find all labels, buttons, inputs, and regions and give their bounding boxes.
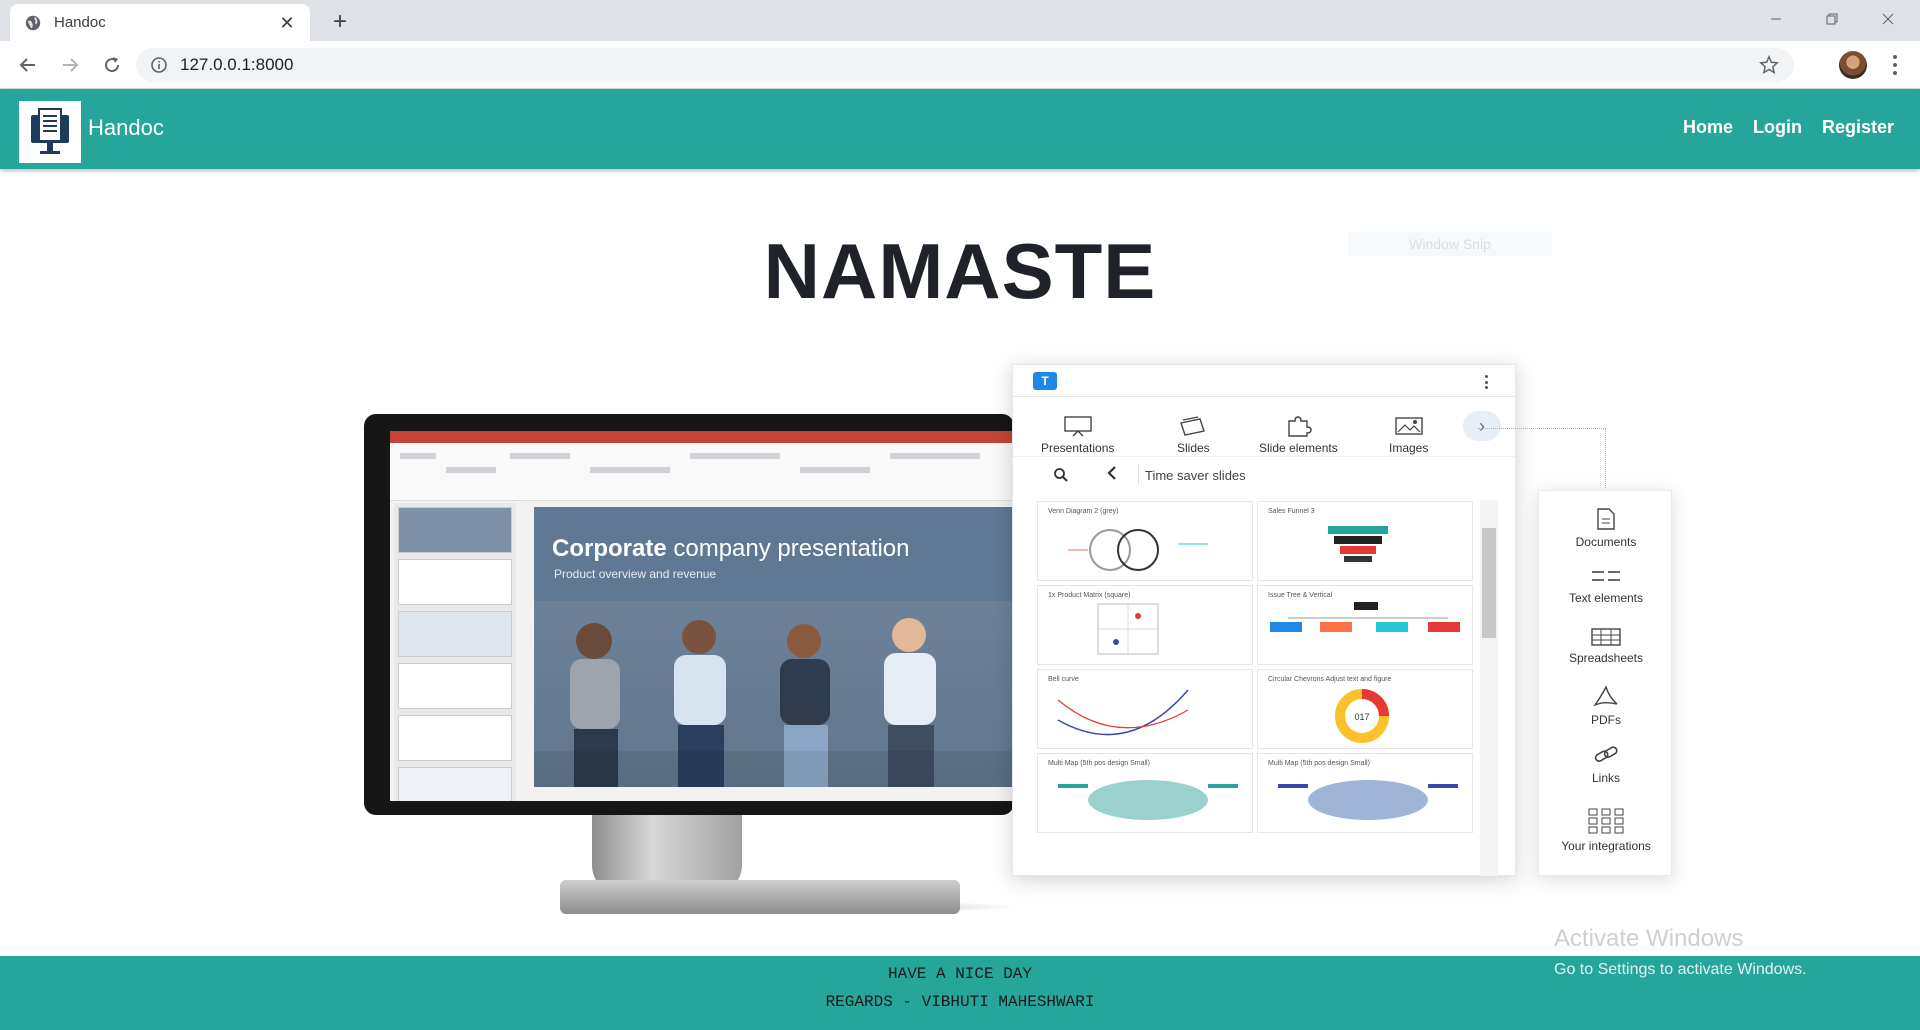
restore-icon[interactable] (1804, 0, 1860, 38)
ppt-thumbnail-pane (394, 503, 516, 801)
template-card[interactable]: Sales Funnel 3 (1257, 501, 1473, 581)
site-navbar: Handoc Home Login Register (0, 89, 1920, 169)
browser-tab[interactable]: Handoc ✕ (10, 4, 310, 41)
connector-line (1478, 428, 1606, 488)
people-photo-illustration (534, 618, 1014, 787)
template-card[interactable]: Multi Map (5th pos design Small) (1257, 753, 1473, 833)
bookmark-star-icon[interactable] (1758, 54, 1780, 76)
address-bar[interactable]: 127.0.0.1:8000 (136, 48, 1794, 82)
panel-scrollbar[interactable] (1480, 500, 1498, 876)
puzzle-icon (1288, 416, 1313, 437)
document-monitor-icon (31, 108, 69, 154)
reload-icon[interactable] (94, 47, 130, 83)
slides-stack-icon (1180, 416, 1206, 436)
monitor-screen: Corporate company presentation Product o… (390, 431, 1014, 801)
svg-text:017: 017 (1354, 712, 1369, 722)
info-icon[interactable] (150, 56, 168, 74)
category-images[interactable]: Images (1389, 415, 1428, 455)
template-card[interactable]: Issue Tree & Vertical (1257, 585, 1473, 665)
template-card[interactable]: 1x Product Matrix (square) (1037, 585, 1253, 665)
activate-title: Activate Windows (1554, 925, 1744, 952)
chevron-left-icon[interactable] (1105, 465, 1119, 481)
tab-close-icon[interactable]: ✕ (276, 12, 298, 34)
browser-toolbar: 127.0.0.1:8000 (0, 41, 1920, 89)
slide-title: Corporate company presentation (552, 535, 910, 562)
template-card[interactable]: Multi Map (5th pos design Small) (1037, 753, 1253, 833)
side-item-integrations[interactable]: Your integrations (1539, 807, 1673, 853)
grid-apps-icon (1588, 808, 1624, 834)
category-slides[interactable]: Slides (1177, 415, 1210, 455)
spreadsheet-icon (1591, 628, 1621, 646)
back-icon[interactable] (10, 47, 46, 83)
side-item-pdfs[interactable]: PDFs (1539, 685, 1673, 727)
profile-avatar[interactable] (1839, 51, 1867, 79)
scrollbar-thumb[interactable] (1482, 528, 1496, 638)
activate-windows-watermark: Activate Windows Go to Settings to activ… (1554, 925, 1807, 979)
panel-menu-icon[interactable] (1485, 375, 1489, 389)
pdf-icon (1592, 685, 1618, 707)
close-window-icon[interactable] (1860, 0, 1916, 38)
side-item-documents[interactable]: Documents (1539, 507, 1673, 549)
category-presentations[interactable]: Presentations (1041, 415, 1114, 455)
tab-title: Handoc (54, 14, 106, 31)
slide-photo (534, 601, 1014, 787)
slide-subtitle: Product overview and revenue (554, 567, 717, 581)
presentation-board-icon (1063, 416, 1092, 437)
page-heading: NAMASTE (763, 227, 1157, 315)
globe-icon (25, 15, 41, 30)
nav-login-link[interactable]: Login (1753, 117, 1802, 138)
image-icon (1394, 417, 1423, 435)
side-item-spreadsheets[interactable]: Spreadsheets (1539, 627, 1673, 665)
panel-logo: T (1033, 372, 1057, 390)
document-icon (1597, 508, 1615, 530)
ppt-ribbon (390, 443, 1014, 501)
category-slide-elements[interactable]: Slide elements (1259, 415, 1338, 455)
nav-home-link[interactable]: Home (1683, 117, 1733, 138)
panel-search-text[interactable]: Time saver slides (1145, 468, 1246, 483)
integration-panel: Documents Text elements Spreadsheets PDF… (1538, 490, 1672, 876)
url-text[interactable]: 127.0.0.1:8000 (180, 55, 1758, 75)
brand-name[interactable]: Handoc (88, 115, 164, 141)
side-item-links[interactable]: Links (1539, 743, 1673, 785)
template-card[interactable]: Bell curve (1037, 669, 1253, 749)
monitor-stand-base (560, 880, 960, 914)
template-panel: T Presentations Slides Slide elements Im… (1012, 364, 1516, 876)
search-icon[interactable] (1053, 467, 1069, 483)
template-card[interactable]: Venn Diagram 2 (grey) (1037, 501, 1253, 581)
ppt-titlebar (390, 431, 1014, 443)
panel-search-row: Time saver slides (1013, 457, 1515, 493)
text-lines-icon (1592, 571, 1620, 581)
forward-icon[interactable] (52, 47, 88, 83)
category-row: Presentations Slides Slide elements Imag… (1013, 397, 1515, 457)
template-grid: Venn Diagram 2 (grey) Sales Funnel 3 1x … (1037, 501, 1483, 875)
new-tab-button[interactable]: + (326, 8, 354, 36)
window-snip-overlay: Window Snip (1348, 232, 1552, 256)
link-icon (1594, 746, 1618, 762)
minimize-icon[interactable] (1748, 0, 1804, 38)
browser-menu-icon[interactable] (1884, 53, 1906, 77)
activate-subtitle: Go to Settings to activate Windows. (1554, 961, 1807, 978)
nav-register-link[interactable]: Register (1822, 117, 1894, 138)
footer-regards: REGARDS - VIBHUTI MAHESHWARI (825, 993, 1095, 1011)
nav-links: Home Login Register (1683, 117, 1894, 138)
brand-logo[interactable] (19, 101, 81, 163)
side-item-text-elements[interactable]: Text elements (1539, 567, 1673, 605)
template-card[interactable]: Circular Chevrons Adjust text and figure… (1257, 669, 1473, 749)
browser-tabbar: Handoc ✕ + (0, 0, 1920, 41)
ppt-main-slide: Corporate company presentation Product o… (534, 507, 1014, 787)
panel-header: T (1013, 365, 1515, 397)
